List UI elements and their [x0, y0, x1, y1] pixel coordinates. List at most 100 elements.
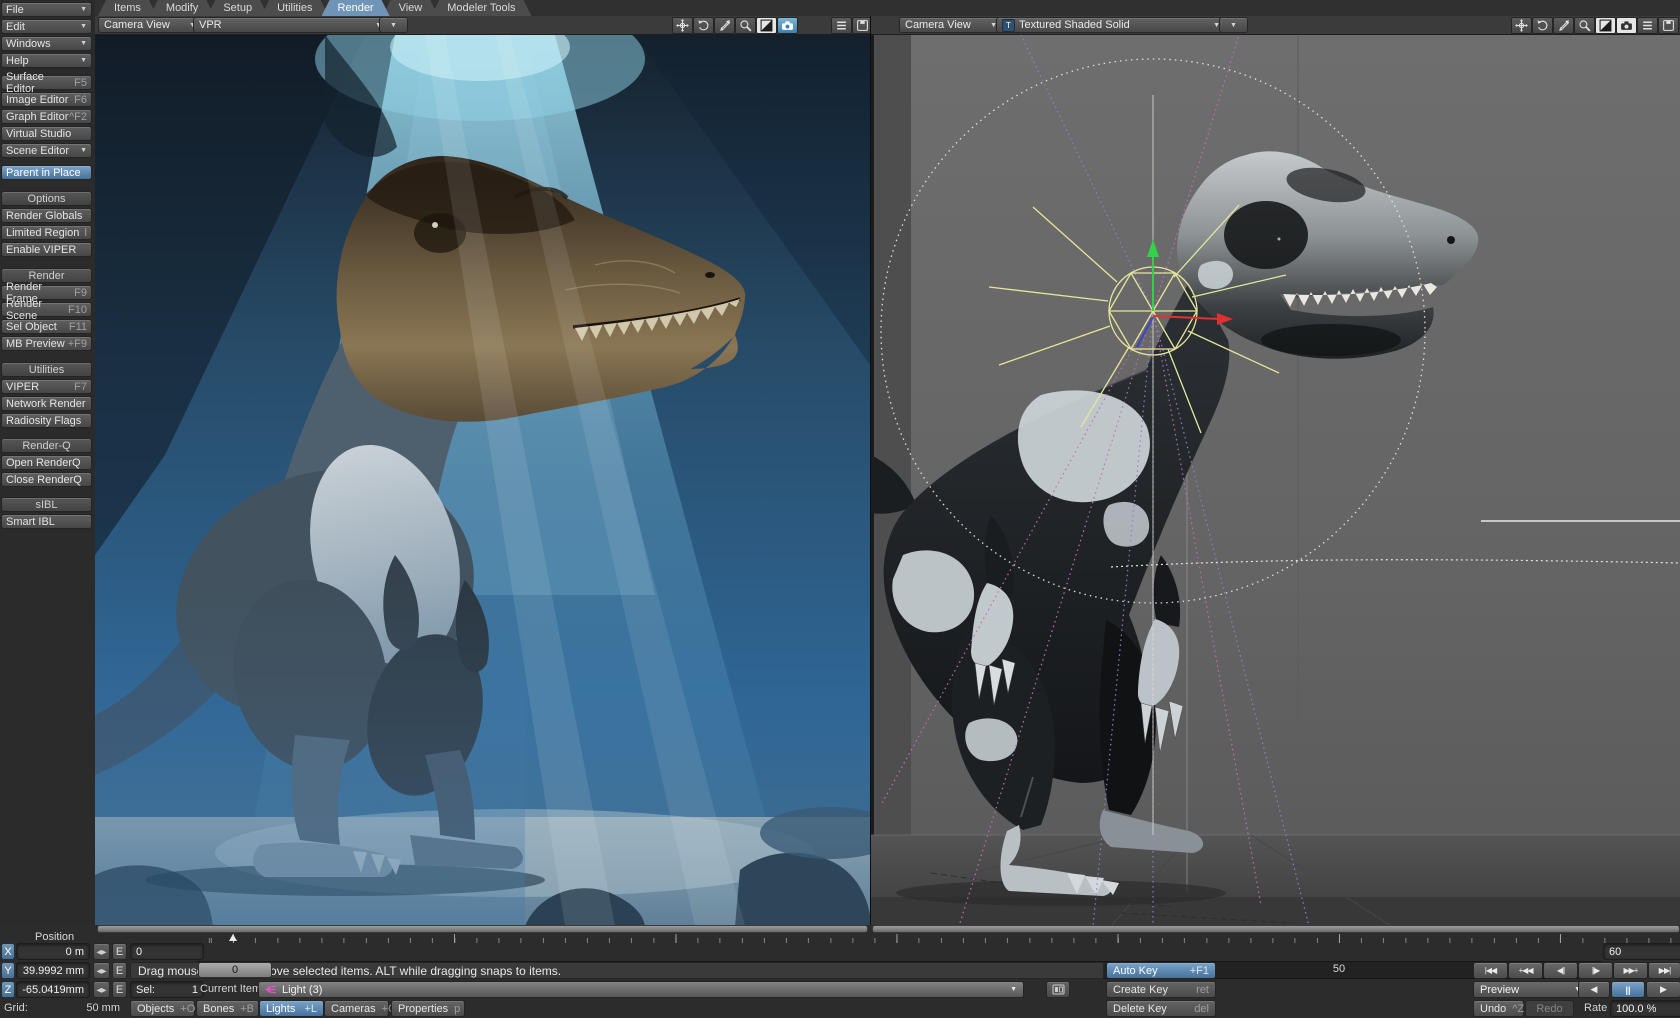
rate-field[interactable]: 100.0 %: [1610, 1000, 1680, 1017]
right-header-menu-button[interactable]: ▼: [1219, 17, 1248, 33]
grid-label: Grid:: [4, 1001, 28, 1016]
viper-button[interactable]: VIPERF7: [1, 379, 92, 394]
tab-utilities[interactable]: Utilities: [261, 0, 328, 16]
position-z-field[interactable]: -65.0419mm: [16, 981, 90, 998]
right-preset-button[interactable]: [1658, 17, 1679, 34]
tab-items[interactable]: Items: [98, 0, 157, 16]
radiosity-flags-button[interactable]: Radiosity Flags: [1, 413, 92, 428]
tab-modify[interactable]: Modify: [150, 0, 214, 16]
rate-value: 100.0 %: [1616, 1003, 1656, 1015]
menu-help[interactable]: Help▼: [1, 53, 92, 68]
tab-setup[interactable]: Setup: [207, 0, 268, 16]
redo-button[interactable]: Redo: [1525, 1000, 1574, 1017]
item-picker-button[interactable]: [1046, 981, 1070, 998]
go-to-end-button[interactable]: ▶▶|: [1648, 962, 1680, 979]
open-renderq-button[interactable]: Open RenderQ: [1, 455, 92, 470]
timeline-ruler[interactable]: [196, 933, 1680, 943]
auto-key-button[interactable]: Auto Key+F1: [1106, 962, 1216, 979]
position-y-field[interactable]: 39.9992 mm: [16, 962, 90, 979]
go-to-start-button[interactable]: |◀◀: [1473, 962, 1508, 979]
horizontal-scrollbar[interactable]: [97, 925, 868, 933]
selection-count-field: Sel:1: [130, 981, 204, 998]
x-envelope-button[interactable]: E: [112, 943, 127, 960]
limited-region-button[interactable]: Limited Regionl: [1, 225, 92, 240]
y-envelope-button[interactable]: E: [112, 962, 127, 979]
z-stepper[interactable]: ◀▶: [93, 981, 110, 998]
network-render-button[interactable]: Network Render: [1, 396, 92, 411]
right-pan-button[interactable]: [1511, 17, 1532, 34]
undo-button[interactable]: Undo^Z: [1473, 1000, 1524, 1017]
axis-y-badge[interactable]: Y: [1, 962, 15, 979]
select-cameras-button[interactable]: Cameras+C: [324, 1000, 389, 1017]
menu-windows[interactable]: Windows▼: [1, 36, 92, 51]
select-bones-button[interactable]: Bones+B: [196, 1000, 259, 1017]
axis-x-badge[interactable]: X: [1, 943, 15, 960]
horizontal-scrollbar[interactable]: [872, 925, 1680, 933]
render-globals-button[interactable]: Render Globals: [1, 208, 92, 223]
previous-keyframe-button[interactable]: +◀◀: [1508, 962, 1543, 979]
right-rotate-button[interactable]: [1532, 17, 1553, 34]
smart-ibl-button[interactable]: Smart IBL: [1, 514, 92, 529]
current-item-dropdown[interactable]: Light (3) ▼: [258, 981, 1024, 998]
menu-file[interactable]: File▼: [1, 2, 92, 17]
right-zoom-button[interactable]: [1553, 17, 1574, 34]
select-lights-button[interactable]: Lights+L: [259, 1000, 324, 1017]
image-editor-button[interactable]: Image EditorF6: [1, 92, 92, 107]
left-zoom-button[interactable]: [714, 17, 735, 34]
next-keyframe-button[interactable]: ▶▶+: [1613, 962, 1648, 979]
tab-modeler-tools[interactable]: Modeler Tools: [431, 0, 531, 16]
play-forward-button[interactable]: ▶: [1646, 981, 1680, 998]
y-stepper[interactable]: ◀▶: [93, 962, 110, 979]
surface-editor-button[interactable]: Surface EditorF5: [1, 75, 92, 90]
render-scene-button[interactable]: Render SceneF10: [1, 302, 92, 317]
create-key-button[interactable]: Create Keyret: [1106, 981, 1216, 998]
right-view-type-dropdown[interactable]: Camera View▼: [899, 17, 1003, 33]
left-rotate-button[interactable]: [693, 17, 714, 34]
properties-button[interactable]: Propertiesp: [391, 1000, 465, 1017]
pause-button[interactable]: ||: [1611, 981, 1645, 998]
left-minmax-button[interactable]: [756, 17, 777, 34]
axis-z-badge[interactable]: Z: [1, 981, 15, 998]
current-frame-field[interactable]: 0: [130, 943, 204, 960]
graph-editor-button[interactable]: Graph Editor^F2: [1, 109, 92, 124]
virtual-studio-button[interactable]: Virtual Studio: [1, 126, 92, 141]
select-objects-button[interactable]: Objects+O: [130, 1000, 195, 1017]
left-view-type-dropdown[interactable]: Camera View▼: [98, 17, 202, 33]
right-camera-button[interactable]: [1616, 17, 1637, 34]
left-header-menu-button[interactable]: ▼: [379, 17, 408, 33]
sel-object-button[interactable]: Sel ObjectF11: [1, 319, 92, 334]
tab-view[interactable]: View: [383, 0, 439, 16]
mb-preview-button[interactable]: MB Preview+F9: [1, 336, 92, 351]
camera-icon: [781, 19, 794, 32]
left-render-mode-dropdown[interactable]: VPR▼: [193, 17, 388, 33]
step-forward-button[interactable]: ||▶: [1578, 962, 1613, 979]
scene-editor-button[interactable]: Scene Editor▼: [1, 143, 92, 158]
end-frame-field[interactable]: 60: [1603, 943, 1680, 960]
left-camera-button[interactable]: [777, 17, 798, 34]
frame-slider-handle[interactable]: 0: [198, 962, 272, 978]
menu-edit[interactable]: Edit▼: [1, 19, 92, 34]
left-pan-button[interactable]: [672, 17, 693, 34]
x-stepper[interactable]: ◀▶: [93, 943, 110, 960]
parent-in-place-button[interactable]: Parent in Place: [1, 165, 92, 180]
position-x-field[interactable]: 0 m: [16, 943, 90, 960]
z-envelope-button[interactable]: E: [112, 981, 127, 998]
vpr-render-scene: [95, 35, 870, 926]
tab-render[interactable]: Render: [322, 0, 390, 16]
left-viewport-canvas[interactable]: [95, 35, 870, 926]
right-magnify-button[interactable]: [1574, 17, 1595, 34]
left-list-button[interactable]: [831, 17, 852, 34]
delete-key-button[interactable]: Delete Keydel: [1106, 1000, 1216, 1017]
right-render-mode-dropdown[interactable]: TTextured Shaded Solid▼: [996, 17, 1226, 33]
right-minmax-button[interactable]: [1595, 17, 1616, 34]
chevron-down-icon: ▼: [390, 22, 397, 29]
play-reverse-button[interactable]: ◀: [1578, 981, 1610, 998]
current-frame-marker[interactable]: [229, 934, 237, 941]
left-magnify-button[interactable]: [735, 17, 756, 34]
right-viewport-canvas[interactable]: [871, 35, 1680, 926]
right-list-button[interactable]: [1637, 17, 1658, 34]
enable-viper-button[interactable]: Enable VIPER: [1, 242, 92, 257]
step-back-button[interactable]: ◀||: [1543, 962, 1578, 979]
close-renderq-button[interactable]: Close RenderQ: [1, 472, 92, 487]
preview-dropdown[interactable]: Preview▼: [1473, 981, 1588, 998]
